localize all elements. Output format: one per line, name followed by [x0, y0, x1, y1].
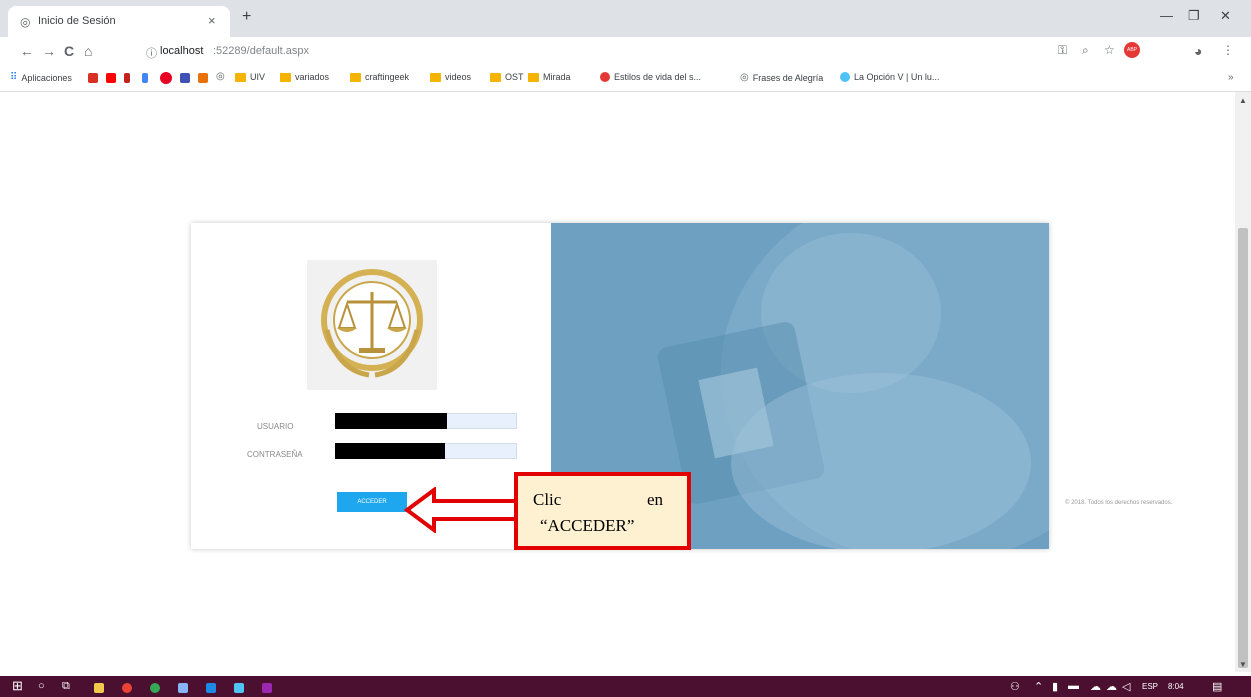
scroll-down-arrow[interactable]: ▼	[1239, 660, 1247, 669]
battery-icon[interactable]: ▮	[1052, 680, 1058, 693]
cloud-icon[interactable]: ☁	[1106, 680, 1117, 693]
callout-text: en	[647, 490, 664, 509]
callout-text: Clic	[533, 490, 562, 509]
callout-text: “ACCEDER”	[540, 516, 635, 535]
star-icon[interactable]: ☆	[1104, 43, 1115, 57]
browser-tab[interactable]: ◎ Inicio de Sesión ×	[8, 6, 230, 37]
bookmark-icon-blue[interactable]	[142, 73, 148, 83]
chevron-up-icon[interactable]: ⌃	[1034, 680, 1043, 693]
bookmark-icon-4[interactable]	[198, 73, 208, 83]
tab-title: Inicio de Sesión	[38, 15, 116, 27]
redaction-bar	[335, 413, 447, 429]
youtube-icon[interactable]	[106, 73, 116, 83]
redaction-bar	[335, 443, 445, 459]
copyright-footer: © 2018. Todos los derechos reservados.	[1065, 500, 1173, 506]
zoom-icon[interactable]: ⌕	[1082, 43, 1089, 58]
bookmarks-overflow-button[interactable]: »	[1228, 72, 1234, 83]
restore-button[interactable]: ❐	[1188, 8, 1200, 24]
bookmark-folder-variados[interactable]: variados	[280, 72, 329, 82]
key-icon[interactable]: ⚿	[1058, 43, 1067, 58]
clock[interactable]: 8:04	[1168, 682, 1184, 691]
folder-icon	[280, 72, 291, 82]
instruction-callout: Clic en “ACCEDER”	[514, 472, 691, 550]
task-view-icon[interactable]: ⧉	[62, 680, 70, 693]
acceder-button[interactable]: ACCEDER	[337, 492, 407, 512]
pinterest-icon[interactable]	[160, 72, 172, 84]
site-info-icon[interactable]: ⓘ	[146, 45, 157, 61]
app-icon-light-blue[interactable]	[234, 683, 244, 693]
app-icon-green[interactable]	[150, 683, 160, 693]
globe-icon: ◎	[740, 72, 749, 83]
window-close-button[interactable]: ✕	[1220, 8, 1231, 24]
start-button[interactable]: ⊞	[12, 678, 23, 694]
onedrive-icon[interactable]: ☁	[1090, 680, 1101, 693]
site-icon	[840, 72, 850, 82]
app-icon-dark-blue[interactable]	[206, 683, 216, 693]
volume-icon[interactable]: ◁	[1122, 680, 1130, 693]
folder-icon	[490, 72, 501, 82]
bookmark-folder-ost[interactable]: OST	[490, 72, 524, 82]
bookmark-estilos[interactable]: Estilos de vida del s...	[600, 72, 701, 82]
network-icon[interactable]: ▬	[1068, 680, 1079, 692]
justice-logo	[307, 260, 437, 390]
bookmark-folder-videos[interactable]: videos	[430, 72, 471, 82]
url-path[interactable]: :52289/default.aspx	[213, 45, 309, 57]
people-icon[interactable]: ⚇	[1010, 680, 1020, 693]
home-button[interactable]: ⌂	[84, 43, 92, 59]
url-host[interactable]: localhost	[160, 45, 203, 57]
notifications-icon[interactable]: ▤	[1212, 680, 1222, 693]
minimize-button[interactable]: —	[1160, 8, 1173, 23]
folder-icon	[430, 72, 441, 82]
bookmark-folder-mirada[interactable]: Mirada	[528, 72, 571, 82]
bookmark-icon-3[interactable]	[180, 73, 190, 83]
language-indicator[interactable]: ESP	[1142, 682, 1158, 691]
bookmark-label: Aplicaciones	[21, 72, 72, 83]
password-label: CONTRASEÑA	[247, 450, 303, 459]
chrome-menu-icon[interactable]: ⋮	[1222, 43, 1234, 57]
bookmark-icon-red[interactable]	[124, 73, 130, 83]
profile-icon[interactable]: ◕	[1194, 43, 1202, 59]
file-explorer-icon[interactable]	[94, 683, 104, 693]
reload-button[interactable]: C	[64, 43, 74, 59]
bookmark-frases[interactable]: ◎ Frases de Alegría	[740, 72, 823, 83]
chrome-taskbar-icon[interactable]	[122, 683, 132, 693]
bookmark-apps[interactable]: ⠿ Aplicaciones	[10, 72, 72, 83]
globe-icon[interactable]: ◎	[216, 71, 225, 82]
scroll-up-arrow[interactable]: ▲	[1239, 96, 1247, 105]
search-button[interactable]: ○	[38, 680, 45, 692]
scrollbar-thumb[interactable]	[1238, 228, 1248, 668]
tab-close-button[interactable]: ×	[208, 13, 216, 28]
folder-icon	[235, 72, 246, 82]
folder-icon	[350, 72, 361, 82]
forward-button[interactable]: →	[42, 43, 56, 59]
visual-studio-icon[interactable]	[262, 683, 272, 693]
bookmark-icon-1[interactable]	[88, 73, 98, 83]
bookmark-la-opcion[interactable]: La Opción V | Un lu...	[840, 72, 939, 82]
bookmark-folder-uiv[interactable]: UIV	[235, 72, 265, 82]
scales-of-justice-icon	[321, 269, 423, 378]
new-tab-button[interactable]: +	[242, 8, 251, 26]
site-icon	[600, 72, 610, 82]
bookmark-folder-craftingeek[interactable]: craftingeek	[350, 72, 409, 82]
apps-grid-icon: ⠿	[10, 72, 18, 83]
back-button[interactable]: ←	[20, 43, 34, 59]
app-icon-blue[interactable]	[178, 683, 188, 693]
globe-icon: ◎	[20, 15, 31, 29]
annotation-arrow	[404, 487, 519, 533]
folder-icon	[528, 72, 539, 82]
adblock-extension-icon[interactable]: ABP	[1124, 42, 1140, 58]
username-label: USUARIO	[257, 422, 294, 431]
